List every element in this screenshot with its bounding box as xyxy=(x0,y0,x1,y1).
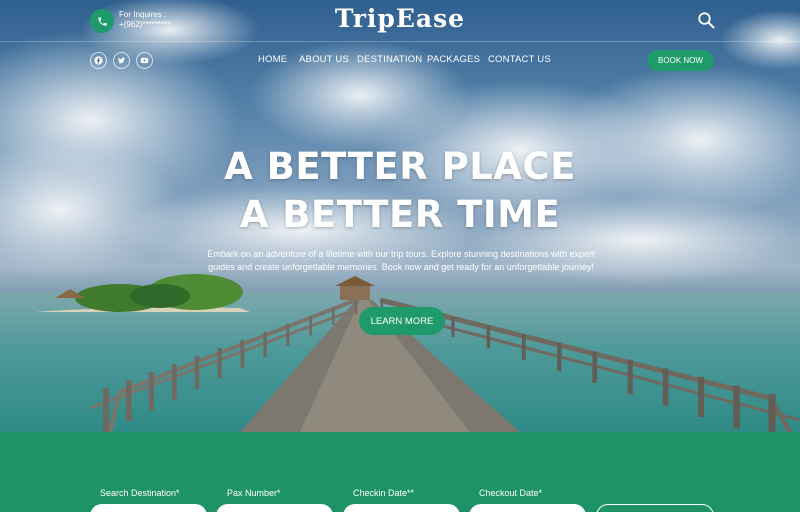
checkin-date-field[interactable] xyxy=(343,504,460,512)
site-logo[interactable]: TripEase xyxy=(0,4,800,33)
checkin-date-label: Checkin Date** xyxy=(353,488,415,498)
search-icon[interactable] xyxy=(697,11,715,29)
nav-about-us[interactable]: ABOUT US xyxy=(299,54,349,65)
hero-headline-line2: A BETTER TIME xyxy=(239,193,561,236)
nav-destination[interactable]: DESTINATION xyxy=(357,54,422,65)
checkout-date-label: Checkout Date* xyxy=(479,488,543,498)
nav-packages[interactable]: PACKAGES xyxy=(427,54,480,65)
youtube-icon[interactable] xyxy=(136,52,153,69)
twitter-icon[interactable] xyxy=(113,52,130,69)
search-destination-label: Search Destination* xyxy=(100,488,180,498)
search-destination-input[interactable] xyxy=(90,504,207,512)
hero-headline-line1: A BETTER PLACE xyxy=(224,145,576,188)
hero-description: Embark on an adventure of a lifetime wit… xyxy=(207,249,595,272)
nav-home[interactable]: HOME xyxy=(258,54,287,65)
booking-strip xyxy=(0,432,800,512)
booking-search-button[interactable] xyxy=(596,504,714,512)
book-now-button[interactable]: BOOK NOW xyxy=(647,50,714,71)
checkout-date-field[interactable] xyxy=(469,504,586,512)
checkout-date-input[interactable] xyxy=(469,504,586,512)
pax-number-label: Pax Number* xyxy=(227,488,281,498)
facebook-icon[interactable] xyxy=(90,52,107,69)
search-destination-field[interactable] xyxy=(90,504,207,512)
nav-contact-us[interactable]: CONTACT US xyxy=(488,54,551,65)
pax-number-field[interactable] xyxy=(216,504,333,512)
checkin-date-input[interactable] xyxy=(343,504,460,512)
learn-more-button[interactable]: LEARN MORE xyxy=(359,307,445,335)
pax-number-input[interactable] xyxy=(216,504,333,512)
top-bar: For Inquires : +(962)********* TripEase xyxy=(0,0,800,42)
